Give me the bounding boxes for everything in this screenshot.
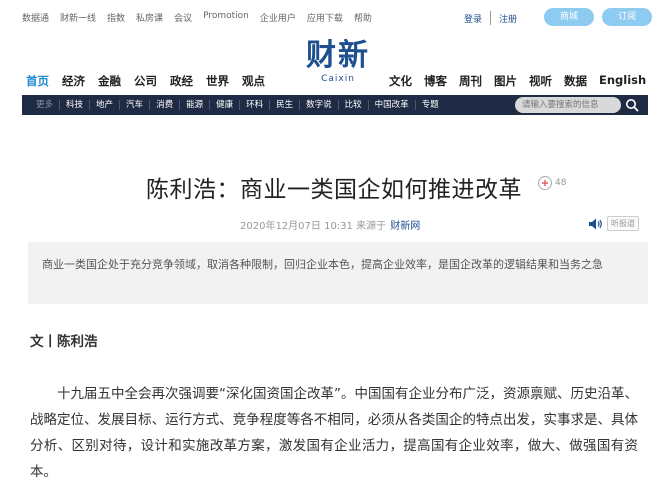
subnav-health[interactable]: 健康 — [210, 100, 241, 110]
subnav-realestate[interactable]: 地产 — [90, 100, 121, 110]
caixin-logo[interactable]: 财新 Caixin — [303, 38, 373, 85]
subnav-more[interactable]: 更多 — [30, 100, 61, 110]
nav-blog[interactable]: 博客 — [424, 73, 447, 89]
subscribe-button[interactable]: 订阅 — [602, 8, 652, 26]
article-meta: 2020年12月07日 10:31 来源于 财新网 — [240, 217, 420, 232]
subnav-data-talk[interactable]: 数字说 — [300, 100, 339, 110]
article-date: 2020年12月07日 10:31 来源于 — [240, 221, 387, 232]
search-box — [515, 97, 642, 113]
sub-nav-bar: 更多 科技 地产 汽车 消费 能源 健康 环科 民生 数字说 比较 中国改革 专… — [22, 95, 648, 115]
subnav-china-reform[interactable]: 中国改革 — [369, 100, 416, 110]
article-paragraph: 十九届五中全会再次强调要“深化国资国企改革”。中国国有企业分布广泛，资源禀赋、历… — [30, 386, 638, 480]
nav-world[interactable]: 世界 — [206, 73, 229, 89]
listen-button[interactable]: 听报道 — [607, 216, 639, 231]
subnav-livelihood[interactable]: 民生 — [270, 100, 301, 110]
top-link-help[interactable]: 帮助 — [354, 11, 372, 24]
article-title: 陈利浩：商业一类国企如何推进改革 — [146, 177, 522, 203]
nav-economy[interactable]: 经济 — [62, 73, 85, 89]
sub-nav-items: 更多 科技 地产 汽车 消费 能源 健康 环科 民生 数字说 比较 中国改革 专… — [30, 95, 445, 115]
article-summary: 商业一类国企处于充分竞争领域，取消各种限制，回归企业本色，提高企业效率，是国企改… — [28, 242, 648, 304]
top-link-index[interactable]: 指数 — [107, 11, 125, 24]
logo-chinese: 财新 — [306, 38, 370, 73]
search-input[interactable] — [515, 97, 621, 113]
search-icon[interactable] — [625, 98, 639, 112]
subnav-auto[interactable]: 汽车 — [120, 100, 151, 110]
comment-count: 48 — [555, 178, 567, 188]
top-link-app-download[interactable]: 应用下载 — [307, 11, 343, 24]
top-utility-bar: 数据通 财新一线 指数 私房课 会议 Promotion 企业用户 应用下载 帮… — [22, 8, 652, 28]
top-link-meeting[interactable]: 会议 — [174, 11, 192, 24]
nav-finance[interactable]: 金融 — [98, 73, 121, 89]
nav-opinion[interactable]: 观点 — [242, 73, 265, 89]
article-source[interactable]: 财新网 — [390, 221, 420, 232]
top-link-promotion[interactable]: Promotion — [203, 11, 249, 24]
login-link[interactable]: 登录 — [464, 12, 482, 25]
comment-icon — [538, 176, 552, 190]
register-link[interactable]: 注册 — [499, 12, 517, 25]
auth-links: 登录 注册 — [464, 11, 517, 25]
speaker-icon — [589, 218, 602, 229]
nav-culture[interactable]: 文化 — [389, 73, 412, 89]
article-author: 文丨陈利浩 — [30, 334, 98, 350]
auth-divider — [490, 11, 492, 25]
subnav-tech[interactable]: 科技 — [60, 100, 91, 110]
subnav-compare[interactable]: 比较 — [339, 100, 369, 110]
nav-weekly[interactable]: 周刊 — [459, 73, 482, 89]
top-link-course[interactable]: 私房课 — [136, 11, 163, 24]
comment-count-button[interactable]: 48 — [537, 175, 566, 191]
subnav-energy[interactable]: 能源 — [180, 100, 211, 110]
top-link-data[interactable]: 数据通 — [22, 11, 49, 24]
nav-photos[interactable]: 图片 — [494, 73, 517, 89]
nav-companies[interactable]: 公司 — [134, 73, 157, 89]
nav-home[interactable]: 首页 — [26, 73, 49, 89]
subnav-topics[interactable]: 专题 — [416, 100, 445, 110]
nav-video[interactable]: 视听 — [529, 73, 552, 89]
main-nav-right: 文化 博客 周刊 图片 视听 数据 English — [389, 73, 646, 89]
nav-data[interactable]: 数据 — [564, 73, 587, 89]
subnav-consumer[interactable]: 消费 — [150, 100, 181, 110]
subnav-environment[interactable]: 环科 — [240, 100, 271, 110]
top-links: 数据通 财新一线 指数 私房课 会议 Promotion 企业用户 应用下载 帮… — [22, 11, 372, 24]
nav-english[interactable]: English — [599, 73, 646, 89]
nav-politics[interactable]: 政经 — [170, 73, 193, 89]
mall-button[interactable]: 商城 — [544, 8, 594, 26]
logo-english: Caixin — [321, 74, 355, 84]
top-link-enterprise[interactable]: 企业用户 — [260, 11, 296, 24]
top-link-first-line[interactable]: 财新一线 — [60, 11, 96, 24]
article-title-wrap: 陈利浩：商业一类国企如何推进改革 — [0, 170, 668, 204]
main-nav-left: 首页 经济 金融 公司 政经 世界 观点 — [26, 73, 265, 89]
listen-control[interactable]: 听报道 — [588, 216, 639, 231]
